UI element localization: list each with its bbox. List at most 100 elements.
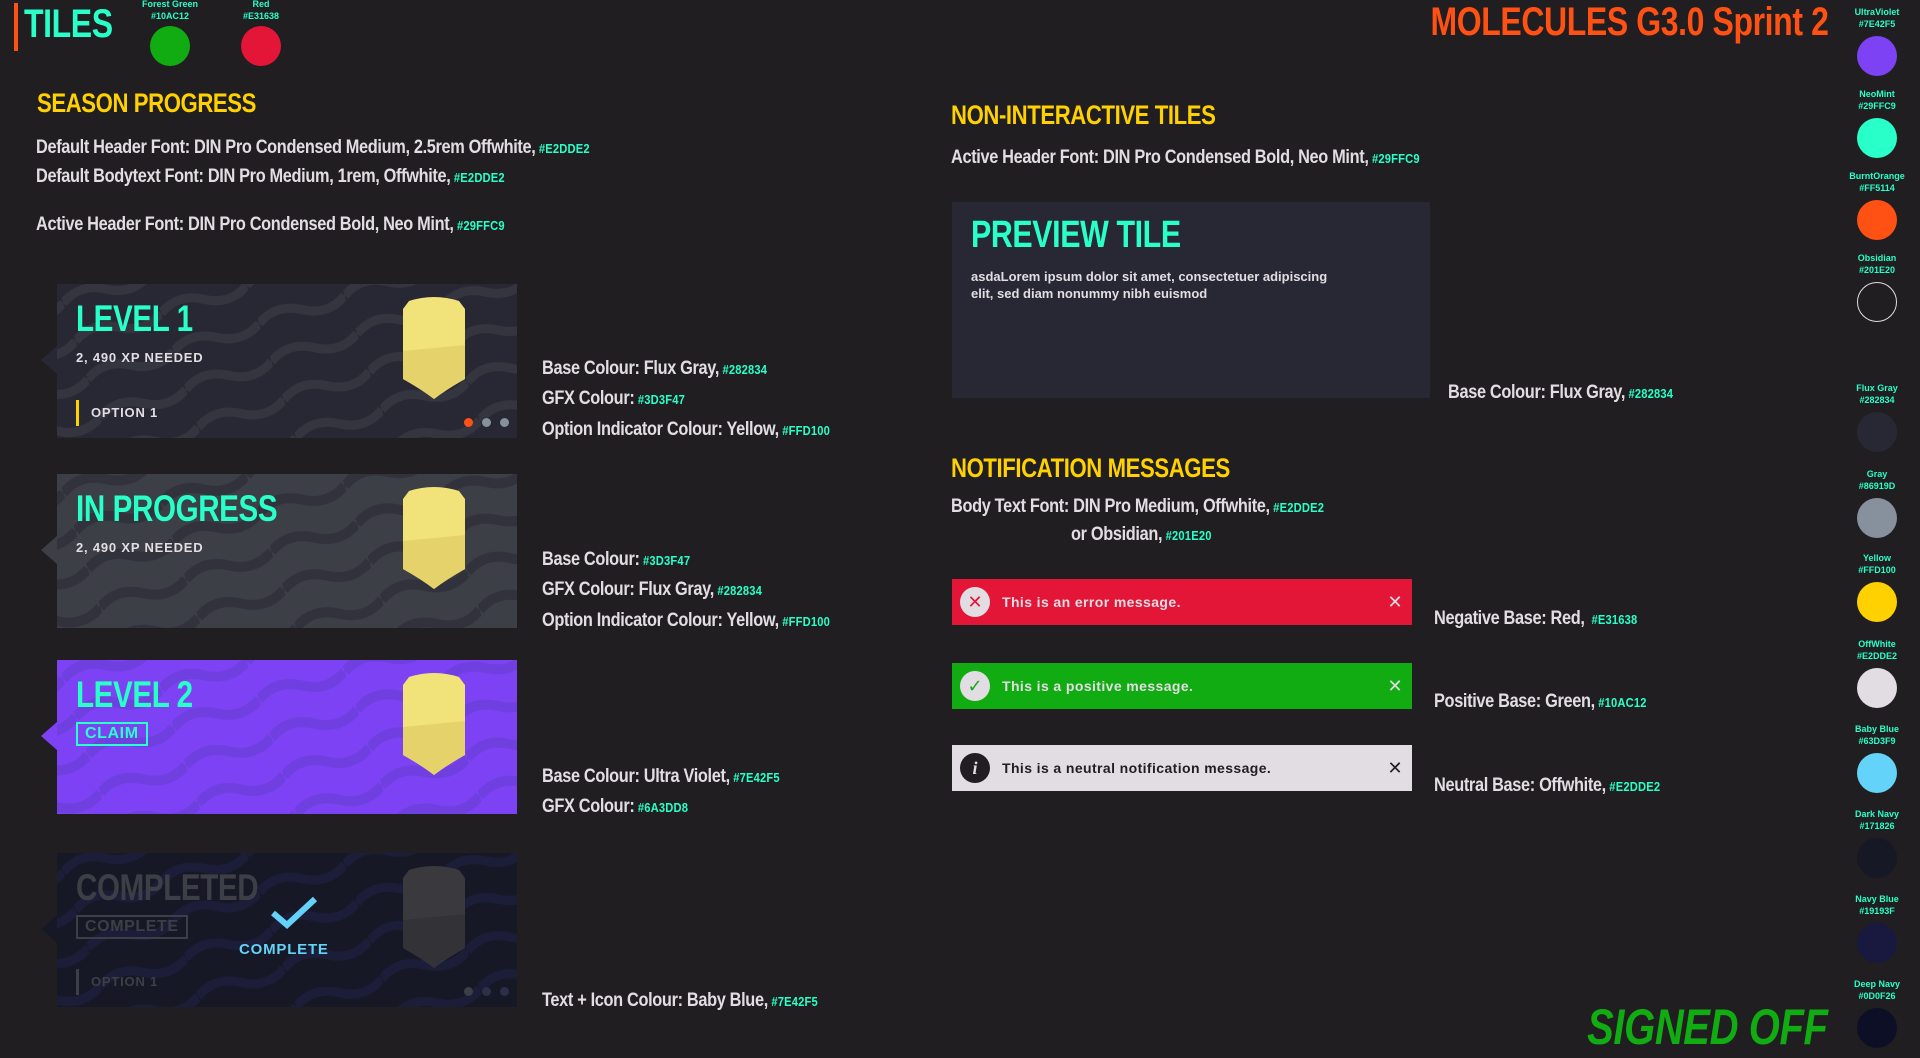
spec-hex: #E2DDE2 <box>1609 779 1661 794</box>
palette-hex: #282834 <box>1859 395 1895 405</box>
palette-navy-blue: Navy Blue #19193F <box>1842 893 1912 963</box>
spec-hex: #29FFC9 <box>1371 151 1420 166</box>
spec-hex: #282834 <box>1628 386 1674 401</box>
spec-text: GFX Colour: Flux Gray, <box>542 579 714 600</box>
palette-hex: #201E20 <box>1858 265 1896 275</box>
spec-hex: #FFD100 <box>782 423 831 438</box>
preview-tile-body: asdaLorem ipsum dolor sit amet, consecte… <box>971 269 1328 301</box>
level1-spec-option: Option Indicator Colour: Yellow, #FFD100 <box>542 415 830 446</box>
swatch-hex: #10AC12 <box>150 11 190 21</box>
option-indicator: OPTION 1 <box>76 400 158 426</box>
palette-hex: #7E42F5 <box>1858 19 1896 29</box>
non-interactive-font-spec: Active Header Font: DIN Pro Condensed Bo… <box>951 143 1420 174</box>
dot[interactable] <box>482 418 491 427</box>
default-header-font-spec: Default Header Font: DIN Pro Condensed M… <box>36 133 590 164</box>
carousel-dots <box>455 414 509 432</box>
palette-dot <box>1857 200 1897 240</box>
spec-text: Active Header Font: DIN Pro Condensed Bo… <box>951 147 1369 168</box>
dot[interactable] <box>500 987 509 996</box>
level1-spec-base: Base Colour: Flux Gray, #282834 <box>542 354 767 385</box>
completed-spec-text: Text + Icon Colour: Baby Blue, #7E42F5 <box>542 986 818 1017</box>
spec-text: GFX Colour: <box>542 796 635 817</box>
palette-hex: #19193F <box>1859 906 1895 916</box>
spec-text: Body Text Font: DIN Pro Medium, Offwhite… <box>951 496 1270 517</box>
palette-baby-blue: Baby Blue #63D3F9 <box>1842 723 1912 793</box>
tile-xp-needed: 2, 490 XP NEEDED <box>76 540 204 555</box>
check-circle-icon: ✓ <box>960 671 990 701</box>
palette-deep-navy: Deep Navy #0D0F26 <box>1842 978 1912 1048</box>
tile-level-2[interactable]: LEVEL 2 CLAIM <box>57 660 517 814</box>
palette-name: Navy Blue <box>1855 894 1899 904</box>
tile-title: LEVEL 1 <box>76 298 193 339</box>
page-title: TILES <box>24 2 113 46</box>
swatch-red: Red #E31638 <box>221 0 301 66</box>
tile-notch <box>41 346 57 374</box>
palette-dot <box>1857 282 1897 322</box>
tile-level-1[interactable]: LEVEL 1 2, 490 XP NEEDED OPTION 1 <box>57 284 517 438</box>
spec-hex: #3D3F47 <box>637 392 686 407</box>
option-indicator: OPTION 1 <box>76 969 158 995</box>
error-icon: ✕ <box>960 587 990 617</box>
palette-dot <box>1857 36 1897 76</box>
spec-hex: #E2DDE2 <box>1273 500 1325 515</box>
level2-spec-base: Base Colour: Ultra Violet, #7E42F5 <box>542 762 780 793</box>
swatch-name: Red <box>252 0 270 9</box>
dot-active[interactable] <box>464 418 473 427</box>
reward-shield-icon <box>403 297 465 399</box>
spec-text: Base Colour: Ultra Violet, <box>542 766 730 787</box>
neutral-spec: Neutral Base: Offwhite, #E2DDE2 <box>1434 771 1660 802</box>
spec-text: Positive Base: Green, <box>1434 691 1595 712</box>
info-icon: i <box>960 753 990 783</box>
preview-tile-title: PREVIEW TILE <box>971 214 1181 256</box>
positive-notification: ✓ This is a positive message. ✕ <box>952 663 1412 709</box>
tile-in-progress[interactable]: IN PROGRESS 2, 490 XP NEEDED <box>57 474 517 628</box>
spec-text: Negative Base: Red, <box>1434 608 1585 629</box>
claim-button[interactable]: CLAIM <box>76 722 148 746</box>
carousel-dots <box>455 983 509 1001</box>
tile-title: LEVEL 2 <box>76 674 193 715</box>
spec-hex: #282834 <box>722 362 768 377</box>
palette-name: Dark Navy <box>1854 809 1900 819</box>
dot[interactable] <box>464 987 473 996</box>
palette-dark-navy: Dark Navy #171826 <box>1842 808 1912 878</box>
signed-off-stamp: SIGNED OFF <box>1587 999 1829 1055</box>
palette-name: Flux Gray <box>1856 383 1898 393</box>
spec-hex: #6A3DD8 <box>637 800 689 815</box>
notification-message: This is a positive message. <box>1002 678 1194 694</box>
close-icon[interactable]: ✕ <box>1378 758 1412 779</box>
swatch-name: Forest Green <box>141 0 199 9</box>
swatch-dot <box>241 26 281 66</box>
palette-hex: #63D3F9 <box>1858 736 1896 746</box>
sprint-title: MOLECULES G3.0 Sprint 2 <box>1430 0 1828 44</box>
palette-name: OffWhite <box>1858 639 1896 649</box>
progress-spec-option: Option Indicator Colour: Yellow, #FFD100 <box>542 606 830 637</box>
palette-dot <box>1857 923 1897 963</box>
notification-title: NOTIFICATION MESSAGES <box>951 453 1230 483</box>
palette-dot <box>1857 118 1897 158</box>
dot[interactable] <box>482 987 491 996</box>
tile-title: COMPLETED <box>76 867 259 908</box>
palette-dot <box>1857 412 1897 452</box>
spec-text: or Obsidian, <box>1071 524 1163 545</box>
notification-message: This is an error message. <box>1002 594 1181 610</box>
close-icon[interactable]: ✕ <box>1378 592 1412 613</box>
palette-hex: #29FFC9 <box>1858 101 1896 111</box>
spec-hex: #282834 <box>717 583 763 598</box>
dot[interactable] <box>500 418 509 427</box>
title-accent-bar <box>14 3 18 51</box>
palette-hex: #0D0F26 <box>1858 991 1896 1001</box>
palette-hex: #E2DDE2 <box>1856 651 1898 661</box>
tile-title: IN PROGRESS <box>76 488 278 529</box>
spec-text: Neutral Base: Offwhite, <box>1434 775 1606 796</box>
palette-yellow: Yellow #FFD100 <box>1842 552 1912 622</box>
tile-completed[interactable]: COMPLETED COMPLETE OPTION 1 COMPLETE <box>57 853 517 1007</box>
close-icon[interactable]: ✕ <box>1378 676 1412 697</box>
swatch-hex: #E31638 <box>242 11 280 21</box>
palette-obsidian: Obsidian #201E20 <box>1842 252 1912 322</box>
palette-flux-gray: Flux Gray #282834 <box>1842 382 1912 452</box>
spec-hex: #7E42F5 <box>771 994 818 1009</box>
spec-hex: #E2DDE2 <box>453 170 505 185</box>
spec-text: Base Colour: <box>542 549 640 570</box>
error-spec: Negative Base: Red, #E31638 <box>1434 604 1637 635</box>
spec-text: GFX Colour: <box>542 388 635 409</box>
